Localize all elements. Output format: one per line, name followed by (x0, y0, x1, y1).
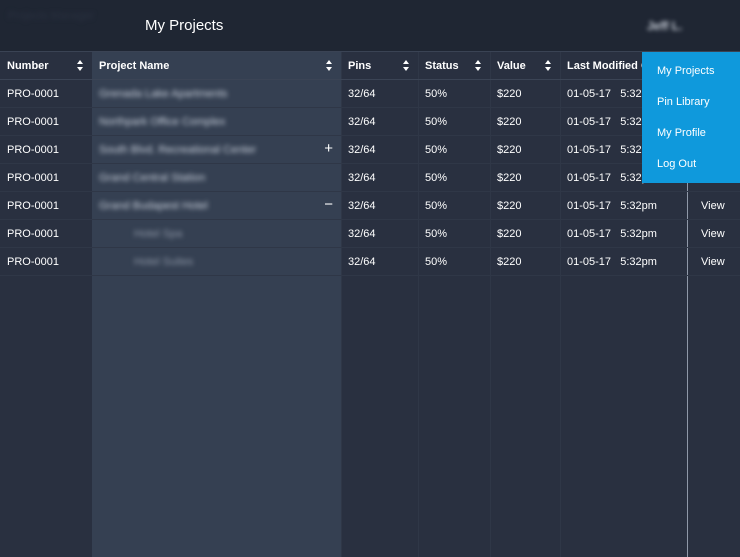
menu-item-log-out[interactable]: Log Out (642, 149, 740, 180)
sort-icon[interactable] (77, 60, 84, 71)
project-number: PRO-0001 (0, 191, 92, 220)
project-name[interactable]: Hotel Suites (134, 256, 193, 268)
project-status: 50% (418, 163, 490, 192)
project-last-modified: 01-05-17 5:32pm (560, 219, 687, 248)
table-row[interactable]: PRO-0001 South Blvd. Recreational Center +… (0, 135, 740, 164)
project-value: $220 (490, 135, 560, 164)
project-number: PRO-0001 (0, 79, 92, 108)
table-header-row: Number Project Name Pins Status Value La… (0, 52, 740, 80)
project-name[interactable]: Grenada Lake Apartments (99, 88, 227, 100)
project-name-cell[interactable]: Northpark Office Complex (92, 107, 341, 136)
project-status: 50% (418, 191, 490, 220)
top-bar: Projects Manager My Projects Jeff L. (0, 0, 740, 52)
table-row[interactable]: PRO-0001 Grenada Lake Apartments 32/64 50% $… (0, 79, 740, 108)
expand-icon[interactable]: + (324, 141, 333, 156)
column-header-status[interactable]: Status (418, 52, 490, 80)
menu-item-my-profile[interactable]: My Profile (642, 118, 740, 149)
project-status: 50% (418, 79, 490, 108)
column-header-pins[interactable]: Pins (341, 52, 418, 80)
column-header-value[interactable]: Value (490, 52, 560, 80)
view-link[interactable]: View (687, 247, 740, 276)
project-name-cell[interactable]: Grand Budapest Hotel − (92, 191, 341, 220)
project-number: PRO-0001 (0, 107, 92, 136)
page-title: My Projects (145, 17, 224, 34)
project-name-cell[interactable]: Grand Central Station (92, 163, 341, 192)
project-value: $220 (490, 247, 560, 276)
project-status: 50% (418, 247, 490, 276)
project-name-cell[interactable]: Hotel Spa (92, 219, 341, 248)
project-name-cell[interactable]: South Blvd. Recreational Center + (92, 135, 341, 164)
table-row[interactable]: PRO-0001 Grand Central Station 32/64 50% $22… (0, 163, 740, 192)
sort-icon[interactable] (326, 60, 333, 71)
sort-icon[interactable] (475, 60, 482, 71)
collapse-icon[interactable]: − (324, 197, 333, 212)
project-name[interactable]: South Blvd. Recreational Center (99, 144, 256, 156)
project-number: PRO-0001 (0, 247, 92, 276)
project-status: 50% (418, 107, 490, 136)
ghost-label: Projects Manager (8, 10, 95, 22)
project-number: PRO-0001 (0, 163, 92, 192)
project-pins: 32/64 (341, 247, 418, 276)
projects-table: Number Project Name Pins Status Value La… (0, 52, 740, 276)
table-row[interactable]: PRO-0001 Hotel Suites 32/64 50% $220 01-05-17… (0, 247, 740, 276)
project-status: 50% (418, 219, 490, 248)
view-link[interactable]: View (687, 219, 740, 248)
project-value: $220 (490, 79, 560, 108)
sort-icon[interactable] (403, 60, 410, 71)
user-menu-trigger[interactable]: Jeff L. (647, 19, 682, 33)
project-name[interactable]: Grand Central Station (99, 172, 205, 184)
table-row[interactable]: PRO-0001 Grand Budapest Hotel −32/64 50% $22… (0, 191, 740, 220)
project-pins: 32/64 (341, 191, 418, 220)
project-last-modified: 01-05-17 5:32pm (560, 247, 687, 276)
project-value: $220 (490, 163, 560, 192)
project-last-modified: 01-05-17 5:32pm (560, 191, 687, 220)
project-name[interactable]: Hotel Spa (134, 228, 182, 240)
project-name[interactable]: Northpark Office Complex (99, 116, 225, 128)
sort-icon[interactable] (545, 60, 552, 71)
project-name-cell[interactable]: Grenada Lake Apartments (92, 79, 341, 108)
project-pins: 32/64 (341, 79, 418, 108)
project-value: $220 (490, 219, 560, 248)
menu-item-my-projects[interactable]: My Projects (642, 56, 740, 87)
project-status: 50% (418, 135, 490, 164)
project-number: PRO-0001 (0, 219, 92, 248)
project-pins: 32/64 (341, 107, 418, 136)
project-name-cell[interactable]: Hotel Suites (92, 247, 341, 276)
menu-item-pin-library[interactable]: Pin Library (642, 87, 740, 118)
user-dropdown-menu: My Projects Pin Library My Profile Log O… (642, 52, 740, 183)
project-name[interactable]: Grand Budapest Hotel (99, 200, 208, 212)
table-row[interactable]: PRO-0001 Hotel Spa 32/64 50% $220 01-05-17 5:… (0, 219, 740, 248)
project-pins: 32/64 (341, 135, 418, 164)
column-header-number[interactable]: Number (0, 52, 92, 80)
view-link[interactable]: View (687, 191, 740, 220)
project-pins: 32/64 (341, 163, 418, 192)
table-row[interactable]: PRO-0001 Northpark Office Complex 32/64 50%… (0, 107, 740, 136)
column-header-project-name[interactable]: Project Name (92, 52, 341, 80)
project-value: $220 (490, 107, 560, 136)
project-pins: 32/64 (341, 219, 418, 248)
project-number: PRO-0001 (0, 135, 92, 164)
project-value: $220 (490, 191, 560, 220)
